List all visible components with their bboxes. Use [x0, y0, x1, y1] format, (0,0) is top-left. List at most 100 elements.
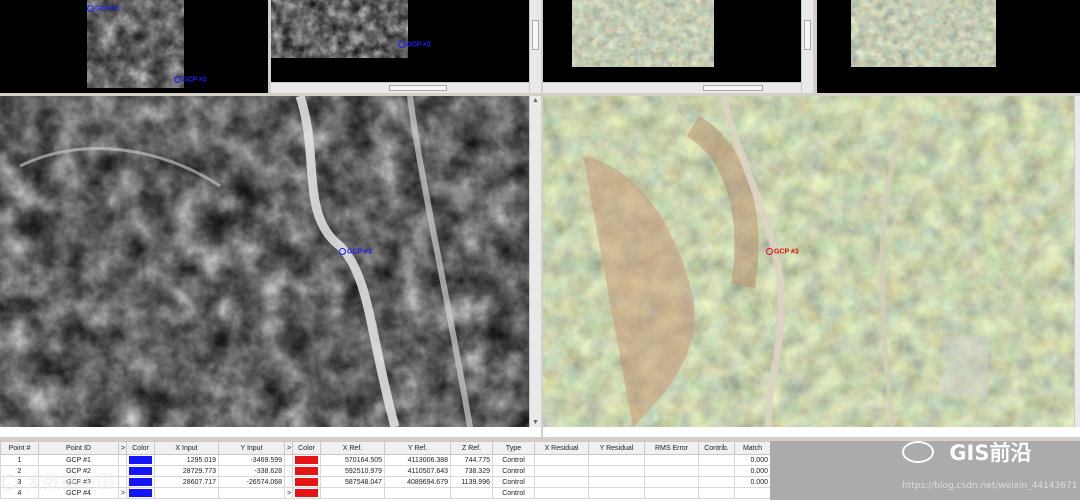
cell-y-input[interactable]: -3469.599: [218, 454, 285, 466]
cell-match[interactable]: 0.000: [734, 454, 771, 466]
cell-y-input[interactable]: [218, 487, 285, 499]
cell-arrow2[interactable]: [284, 465, 293, 477]
cell-x-input[interactable]: 28607.717: [154, 476, 219, 488]
scroll-down-arrow-icon[interactable]: ▼: [531, 418, 540, 427]
cell-y-res[interactable]: [588, 487, 645, 499]
cell-y-ref[interactable]: [384, 487, 451, 499]
input-detail-pane[interactable]: GCP #3: [0, 96, 529, 427]
cell-type[interactable]: Control: [492, 465, 535, 477]
cell-arrow[interactable]: >: [118, 487, 127, 499]
cell-z-ref[interactable]: [450, 487, 493, 499]
ref-zoom-pane[interactable]: [543, 0, 801, 93]
ref-zoom-hscrollbar[interactable]: [543, 82, 801, 93]
input-zoom-pane[interactable]: GCP #3: [271, 0, 529, 93]
input-color-swatch[interactable]: [126, 465, 155, 477]
input-zoom-vscrollbar[interactable]: [529, 0, 541, 93]
cell-arrow[interactable]: [118, 465, 127, 477]
input-color-swatch[interactable]: [126, 487, 155, 499]
cell-y-ref[interactable]: 4089694.679: [384, 476, 451, 488]
cell-x-ref[interactable]: 587548.047: [320, 476, 385, 488]
col-header-input-color[interactable]: Color: [126, 441, 155, 455]
scroll-up-arrow-icon[interactable]: ▲: [531, 96, 540, 105]
cell-type[interactable]: Control: [492, 476, 535, 488]
cell-arrow2[interactable]: >: [284, 487, 293, 499]
col-header-contrib[interactable]: Contrib.: [698, 441, 735, 455]
ref-overview-pane[interactable]: [817, 0, 1080, 93]
gcp-table[interactable]: Point # Point ID > Color X Input Y Input…: [0, 441, 771, 499]
col-header-y-input[interactable]: Y Input: [218, 441, 285, 455]
cell-arrow[interactable]: [118, 454, 127, 466]
col-header-arrow[interactable]: >: [118, 441, 127, 455]
cell-rms[interactable]: [644, 476, 699, 488]
gcp-marker-input-overview-2[interactable]: GCP #3: [174, 76, 207, 83]
cell-id[interactable]: GCP #1: [38, 454, 119, 466]
table-row[interactable]: 1 GCP #1 1295.019 -3469.599 570164.505 411300…: [0, 454, 771, 466]
cell-match[interactable]: 0.000: [734, 476, 771, 488]
gcp-marker-input-zoom[interactable]: GCP #3: [398, 41, 431, 48]
cell-type[interactable]: Control: [492, 454, 535, 466]
cell-y-ref[interactable]: 4113006.388: [384, 454, 451, 466]
ref-color-swatch[interactable]: [292, 465, 321, 477]
gcp-marker-ref-detail[interactable]: GCP #3: [766, 248, 799, 255]
col-header-point-number[interactable]: Point #: [0, 441, 39, 455]
gcp-marker-input-detail[interactable]: GCP #3: [339, 248, 372, 255]
cell-arrow2[interactable]: [284, 454, 293, 466]
cell-match[interactable]: 0.000: [734, 465, 771, 477]
cell-match[interactable]: [734, 487, 771, 499]
col-header-x-ref[interactable]: X Ref.: [320, 441, 385, 455]
cell-point[interactable]: 1: [0, 454, 39, 466]
input-color-swatch[interactable]: [126, 454, 155, 466]
cell-x-ref[interactable]: 592510.979: [320, 465, 385, 477]
scroll-thumb[interactable]: [804, 20, 811, 50]
cell-arrow[interactable]: [118, 476, 127, 488]
input-overview-pane[interactable]: GCP #1 GCP #3: [0, 0, 268, 93]
col-header-type[interactable]: Type: [492, 441, 535, 455]
col-header-x-residual[interactable]: X Residual: [534, 441, 589, 455]
input-zoom-hscrollbar[interactable]: [271, 82, 529, 93]
cell-rms[interactable]: [644, 454, 699, 466]
cell-x-input[interactable]: 28729.773: [154, 465, 219, 477]
scroll-thumb[interactable]: [703, 85, 763, 91]
scroll-thumb[interactable]: [532, 20, 539, 50]
ref-zoom-vscrollbar[interactable]: [801, 0, 813, 93]
cell-y-ref[interactable]: 4110507.643: [384, 465, 451, 477]
cell-x-input[interactable]: 1295.019: [154, 454, 219, 466]
ref-detail-pane[interactable]: GCP #3: [543, 96, 1074, 427]
cell-z-ref[interactable]: 744.775: [450, 454, 493, 466]
cell-contrib[interactable]: [698, 465, 735, 477]
ref-color-swatch[interactable]: [292, 487, 321, 499]
ref-detail-vscrollbar[interactable]: [1074, 96, 1080, 427]
cell-x-res[interactable]: [534, 454, 589, 466]
cell-type[interactable]: Control: [492, 487, 535, 499]
gcp-marker-input-overview-1[interactable]: GCP #1: [87, 5, 120, 12]
cell-y-input[interactable]: -26574.068: [218, 476, 285, 488]
col-header-z-ref[interactable]: Z Ref.: [450, 441, 493, 455]
cell-x-input[interactable]: [154, 487, 219, 499]
cell-rms[interactable]: [644, 465, 699, 477]
ref-color-swatch[interactable]: [292, 476, 321, 488]
cell-z-ref[interactable]: 738.329: [450, 465, 493, 477]
cell-contrib[interactable]: [698, 476, 735, 488]
cell-rms[interactable]: [644, 487, 699, 499]
cell-contrib[interactable]: [698, 487, 735, 499]
cell-y-res[interactable]: [588, 476, 645, 488]
table-row[interactable]: 2 GCP #2 28729.773 -338.628 592510.979 411050…: [0, 465, 771, 477]
col-header-point-id[interactable]: Point ID: [38, 441, 119, 455]
cell-x-res[interactable]: [534, 465, 589, 477]
ref-color-swatch[interactable]: [292, 454, 321, 466]
cell-arrow2[interactable]: [284, 476, 293, 488]
scroll-thumb[interactable]: [389, 85, 447, 91]
col-header-arrow-2[interactable]: >: [284, 441, 293, 455]
cell-y-input[interactable]: -338.628: [218, 465, 285, 477]
input-detail-vscrollbar[interactable]: ▲ ▼: [529, 96, 541, 427]
col-header-y-residual[interactable]: Y Residual: [588, 441, 645, 455]
table-row[interactable]: 4 GCP #4 > > Control: [0, 487, 771, 499]
cell-y-res[interactable]: [588, 454, 645, 466]
cell-x-res[interactable]: [534, 476, 589, 488]
col-header-y-ref[interactable]: Y Ref.: [384, 441, 451, 455]
col-header-ref-color[interactable]: Color: [292, 441, 321, 455]
cell-z-ref[interactable]: 1139.996: [450, 476, 493, 488]
col-header-rms-error[interactable]: RMS Error: [644, 441, 699, 455]
col-header-x-input[interactable]: X Input: [154, 441, 219, 455]
cell-x-ref[interactable]: 570164.505: [320, 454, 385, 466]
